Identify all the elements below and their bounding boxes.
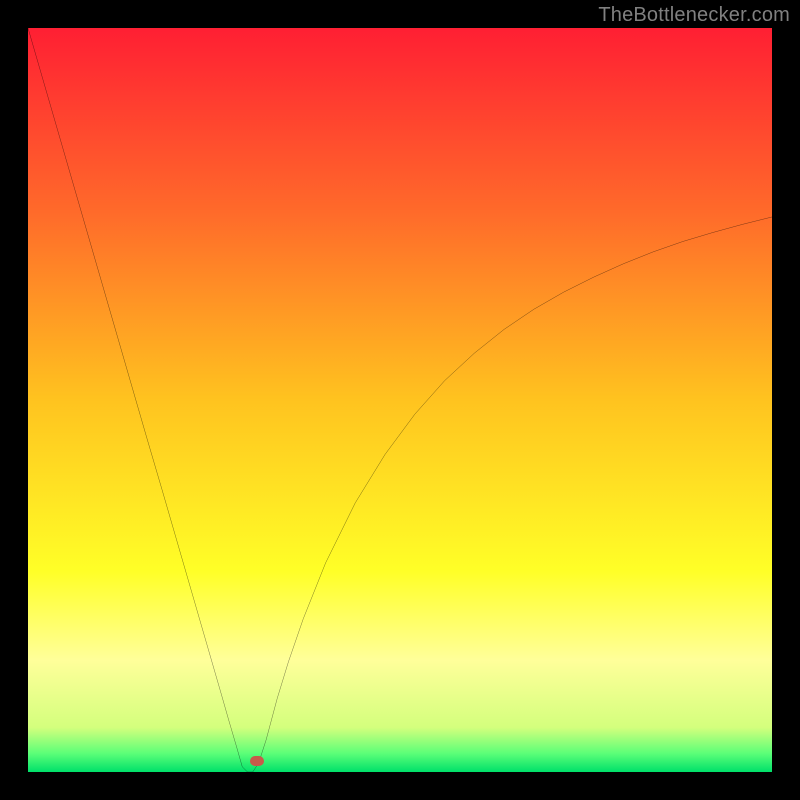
chart-frame: TheBottlenecker.com	[0, 0, 800, 800]
bottleneck-point-marker	[250, 756, 264, 766]
watermark-text: TheBottlenecker.com	[598, 4, 790, 27]
plot-area	[28, 28, 772, 772]
bottleneck-curve	[28, 28, 772, 772]
